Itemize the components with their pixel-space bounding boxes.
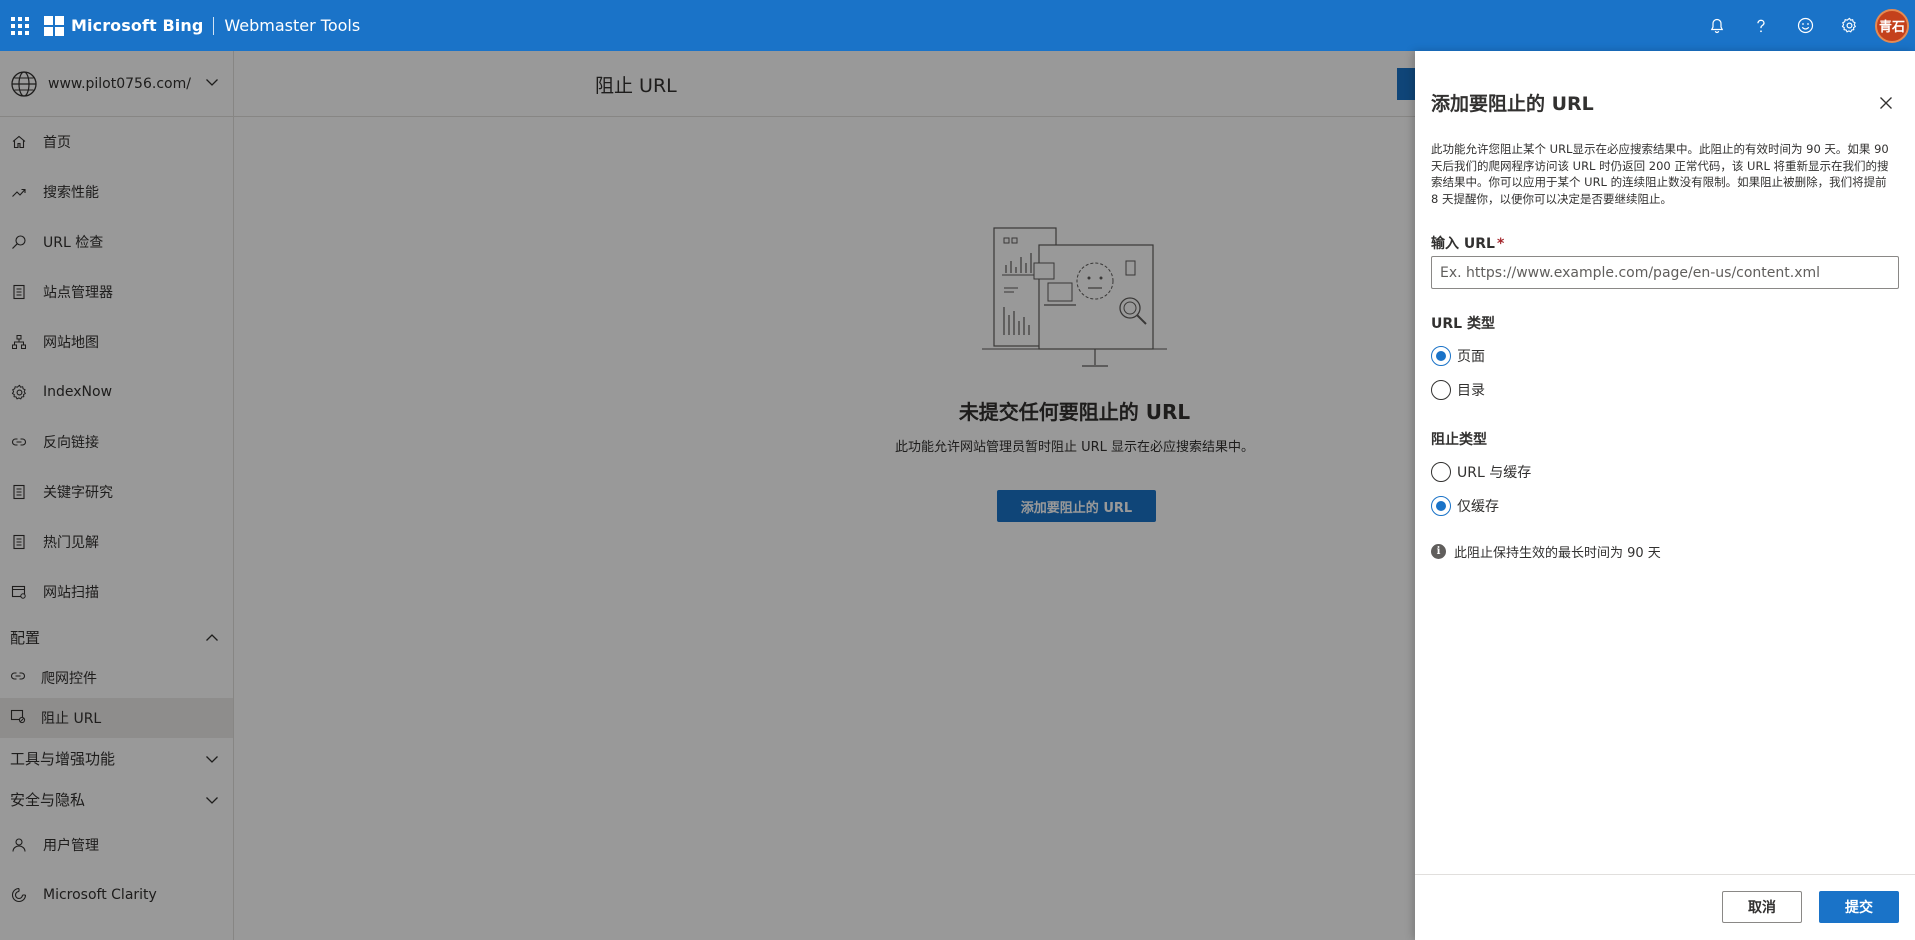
top-bar: Microsoft Bing Webmaster Tools 青石 bbox=[0, 0, 1915, 51]
brand-name[interactable]: Microsoft Bing bbox=[71, 16, 203, 35]
url-type-label: URL 类型 bbox=[1431, 316, 1495, 332]
microsoft-logo-icon bbox=[44, 15, 64, 36]
radio-checked-icon bbox=[1431, 496, 1451, 516]
url-input[interactable] bbox=[1431, 256, 1899, 289]
help-icon[interactable] bbox=[1739, 0, 1783, 51]
panel-description: 此功能允许您阻止某个 URL显示在必应搜索结果中。此阻止的有效时间为 90 天。… bbox=[1431, 142, 1889, 206]
cancel-button[interactable]: 取消 bbox=[1722, 891, 1802, 923]
url-label-text: 输入 URL bbox=[1431, 236, 1495, 252]
radio-label: 目录 bbox=[1457, 383, 1485, 399]
modal-overlay[interactable] bbox=[0, 51, 1415, 940]
avatar[interactable]: 青石 bbox=[1875, 8, 1909, 43]
radio-url-type-page[interactable]: 页面 bbox=[1431, 345, 1485, 367]
feedback-smiley-icon[interactable] bbox=[1783, 0, 1827, 51]
add-block-url-panel: 添加要阻止的 URL 此功能允许您阻止某个 URL显示在必应搜索结果中。此阻止的… bbox=[1415, 51, 1915, 940]
brand-separator bbox=[213, 16, 215, 35]
url-field-label: 输入 URL * bbox=[1431, 233, 1504, 253]
radio-label: 仅缓存 bbox=[1457, 499, 1499, 515]
panel-footer: 取消 提交 bbox=[1415, 874, 1915, 940]
close-button[interactable] bbox=[1874, 91, 1898, 115]
radio-label: 页面 bbox=[1457, 349, 1485, 365]
radio-url-type-directory[interactable]: 目录 bbox=[1431, 379, 1485, 401]
info-text: 此阻止保持生效的最长时间为 90 天 bbox=[1454, 546, 1661, 561]
waffle-icon[interactable] bbox=[2, 0, 38, 51]
close-icon bbox=[1880, 97, 1892, 109]
bell-icon[interactable] bbox=[1695, 0, 1739, 51]
radio-checked-icon bbox=[1431, 346, 1451, 366]
block-type-label: 阻止类型 bbox=[1431, 432, 1487, 448]
radio-unchecked-icon bbox=[1431, 462, 1451, 482]
settings-gear-icon[interactable] bbox=[1827, 0, 1871, 51]
panel-title: 添加要阻止的 URL bbox=[1431, 93, 1594, 115]
info-icon: i bbox=[1431, 544, 1446, 559]
radio-unchecked-icon bbox=[1431, 380, 1451, 400]
radio-block-type-url-and-cache[interactable]: URL 与缓存 bbox=[1431, 461, 1531, 483]
required-marker: * bbox=[1496, 236, 1505, 252]
radio-label: URL 与缓存 bbox=[1457, 465, 1532, 481]
product-name[interactable]: Webmaster Tools bbox=[224, 16, 360, 35]
submit-button[interactable]: 提交 bbox=[1819, 891, 1899, 923]
radio-block-type-cache-only[interactable]: 仅缓存 bbox=[1431, 495, 1499, 517]
info-note: i 此阻止保持生效的最长时间为 90 天 bbox=[1431, 542, 1661, 561]
